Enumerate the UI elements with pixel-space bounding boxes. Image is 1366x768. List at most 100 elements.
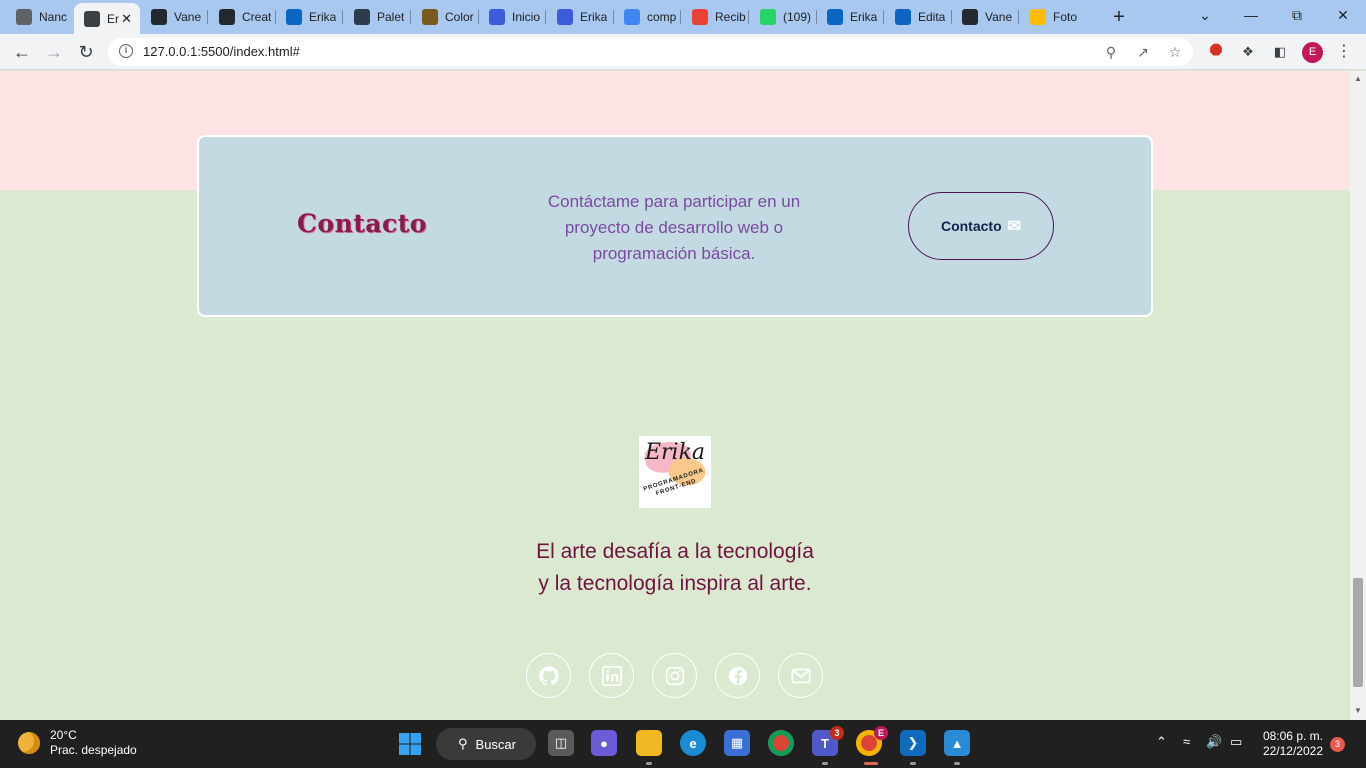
running-indicator — [822, 762, 828, 765]
back-icon[interactable]: ← — [10, 40, 34, 64]
forward-icon[interactable]: → — [42, 40, 66, 64]
maximize-icon[interactable]: ⧉ — [1282, 4, 1312, 26]
clock-date: 22/12/2022 — [1262, 744, 1323, 758]
contact-button[interactable]: Contacto ✉ — [908, 192, 1054, 260]
email-link[interactable] — [778, 653, 823, 698]
browser-tab[interactable]: Creat — [209, 4, 275, 30]
extensions-puzzle-icon[interactable]: ❖ — [1239, 43, 1257, 61]
clock-time: 08:06 p. m. — [1262, 729, 1323, 743]
browser-tab[interactable]: Edita — [885, 4, 951, 30]
close-tab-icon[interactable]: ✕ — [121, 11, 132, 27]
task-view-icon[interactable]: ◫ — [548, 730, 574, 756]
contact-description: Contáctame para participar en un proyect… — [547, 192, 801, 263]
adblock-extension-icon[interactable]: ⯃ — [1207, 43, 1225, 61]
browser-tab[interactable]: Color — [412, 4, 478, 30]
minimize-icon[interactable]: — — [1236, 4, 1266, 26]
edge-icon[interactable]: e — [680, 730, 706, 756]
browser-tab[interactable]: Er ✕ — [74, 3, 140, 34]
chrome-icon[interactable] — [768, 730, 794, 756]
browser-tab[interactable]: Recib — [682, 4, 748, 30]
facebook-icon — [728, 666, 747, 685]
shield-site-icon — [422, 9, 438, 25]
weather-temperature: 20°C — [50, 728, 77, 742]
contact-heading: Contacto — [297, 209, 427, 238]
tab-separator — [680, 10, 681, 24]
chrome-profile-badge: E — [874, 726, 888, 740]
browser-tab[interactable]: Inicio — [479, 4, 545, 30]
browser-tab[interactable]: Erika — [817, 4, 883, 30]
github-icon — [538, 665, 559, 685]
tab-title: Inicio — [512, 10, 541, 24]
linkedin-link[interactable] — [589, 653, 634, 698]
tab-title: Erika — [580, 10, 608, 24]
instagram-link[interactable] — [652, 653, 697, 698]
linkedin-icon — [827, 9, 843, 25]
browser-tab[interactable]: Erika — [547, 4, 613, 30]
bookmark-star-icon[interactable]: ☆ — [1166, 44, 1184, 61]
browser-tab[interactable]: Vane — [952, 4, 1018, 30]
page-scrollbar[interactable]: ▲ ▼ — [1350, 71, 1366, 720]
tray-overflow-chevron-icon[interactable]: ⌃ — [1156, 734, 1167, 750]
instagram-icon — [665, 666, 684, 685]
palette-site-icon — [354, 9, 370, 25]
teams-icon[interactable]: T3 — [812, 726, 844, 756]
github-icon — [219, 9, 235, 25]
battery-icon[interactable]: ▭ — [1230, 734, 1242, 750]
scroll-down-arrow-icon[interactable]: ▼ — [1353, 706, 1363, 715]
volume-icon[interactable]: 🔊 — [1206, 734, 1222, 750]
tab-title: Nanc — [39, 10, 68, 24]
address-bar[interactable]: i 127.0.0.1:5500/index.html# ⚲ ↗ ☆ — [108, 38, 1193, 66]
new-tab-button[interactable]: + — [1108, 6, 1130, 28]
address-url[interactable]: 127.0.0.1:5500/index.html# — [143, 44, 300, 59]
tab-title: Vane — [174, 10, 202, 24]
tab-separator — [883, 10, 884, 24]
browser-tab[interactable]: Nanc — [6, 4, 72, 30]
contact-button-label: Contacto — [940, 218, 1002, 234]
google-icon — [624, 9, 640, 25]
browser-tab[interactable]: comp — [614, 4, 680, 30]
chrome-profile-icon[interactable]: E — [856, 726, 888, 756]
github-link[interactable] — [526, 653, 571, 698]
site-info-icon[interactable]: i — [119, 44, 133, 58]
tab-search-chevron-icon[interactable]: ⌄ — [1190, 4, 1220, 26]
running-indicator — [954, 762, 960, 765]
taskbar-search-label: Buscar — [475, 736, 516, 752]
side-panel-icon[interactable]: ◧ — [1271, 43, 1289, 61]
teams-badge: 3 — [830, 726, 844, 740]
chat-icon[interactable]: ● — [591, 730, 617, 756]
more-menu-icon[interactable]: ⋮ — [1335, 43, 1353, 61]
browser-tab[interactable]: Vane — [141, 4, 207, 30]
zoom-icon[interactable]: ⚲ — [1102, 44, 1120, 61]
scroll-up-arrow-icon[interactable]: ▲ — [1353, 74, 1363, 83]
search-icon: ⚲ — [458, 736, 468, 751]
browser-tab[interactable]: (109) — [750, 4, 816, 30]
browser-tab[interactable]: Erika — [276, 4, 342, 30]
contact-card: Contacto Contáctame para participar en u… — [197, 135, 1153, 317]
windows-start-icon[interactable] — [398, 732, 422, 756]
tab-title: (109) — [783, 10, 812, 24]
close-window-icon[interactable]: ✕ — [1328, 4, 1358, 26]
share-icon[interactable]: ↗ — [1134, 44, 1152, 61]
linkedin-icon — [601, 665, 622, 686]
scroll-thumb[interactable] — [1353, 578, 1363, 687]
tab-title: Edita — [918, 10, 946, 24]
ms-store-icon[interactable]: ▦ — [724, 730, 750, 756]
tagline-line-2: y la tecnología inspira al arte. — [538, 572, 812, 595]
browser-tab[interactable]: Palet — [344, 4, 410, 30]
vscode-icon[interactable]: ❯ — [900, 730, 926, 756]
reload-icon[interactable]: ↻ — [74, 40, 98, 64]
photos-app-icon[interactable]: ▲ — [944, 730, 970, 756]
tab-title: Erika — [850, 10, 878, 24]
system-clock[interactable]: 08:06 p. m. 22/12/2022 — [1255, 729, 1323, 759]
envelope-icon: ✉ — [1007, 218, 1022, 235]
file-explorer-icon[interactable] — [636, 730, 662, 756]
mail-icon — [790, 668, 811, 683]
browser-tab[interactable]: Foto — [1020, 4, 1086, 30]
wifi-icon[interactable]: ≈ — [1183, 734, 1190, 749]
facebook-link[interactable] — [715, 653, 760, 698]
taskbar-search[interactable]: ⚲ Buscar — [436, 728, 536, 760]
weather-widget[interactable]: 20°C Prac. despejado — [18, 728, 137, 758]
profile-avatar[interactable]: E — [1302, 42, 1323, 63]
tab-title: Creat — [242, 10, 272, 24]
notification-count-badge[interactable]: 3 — [1330, 737, 1345, 752]
